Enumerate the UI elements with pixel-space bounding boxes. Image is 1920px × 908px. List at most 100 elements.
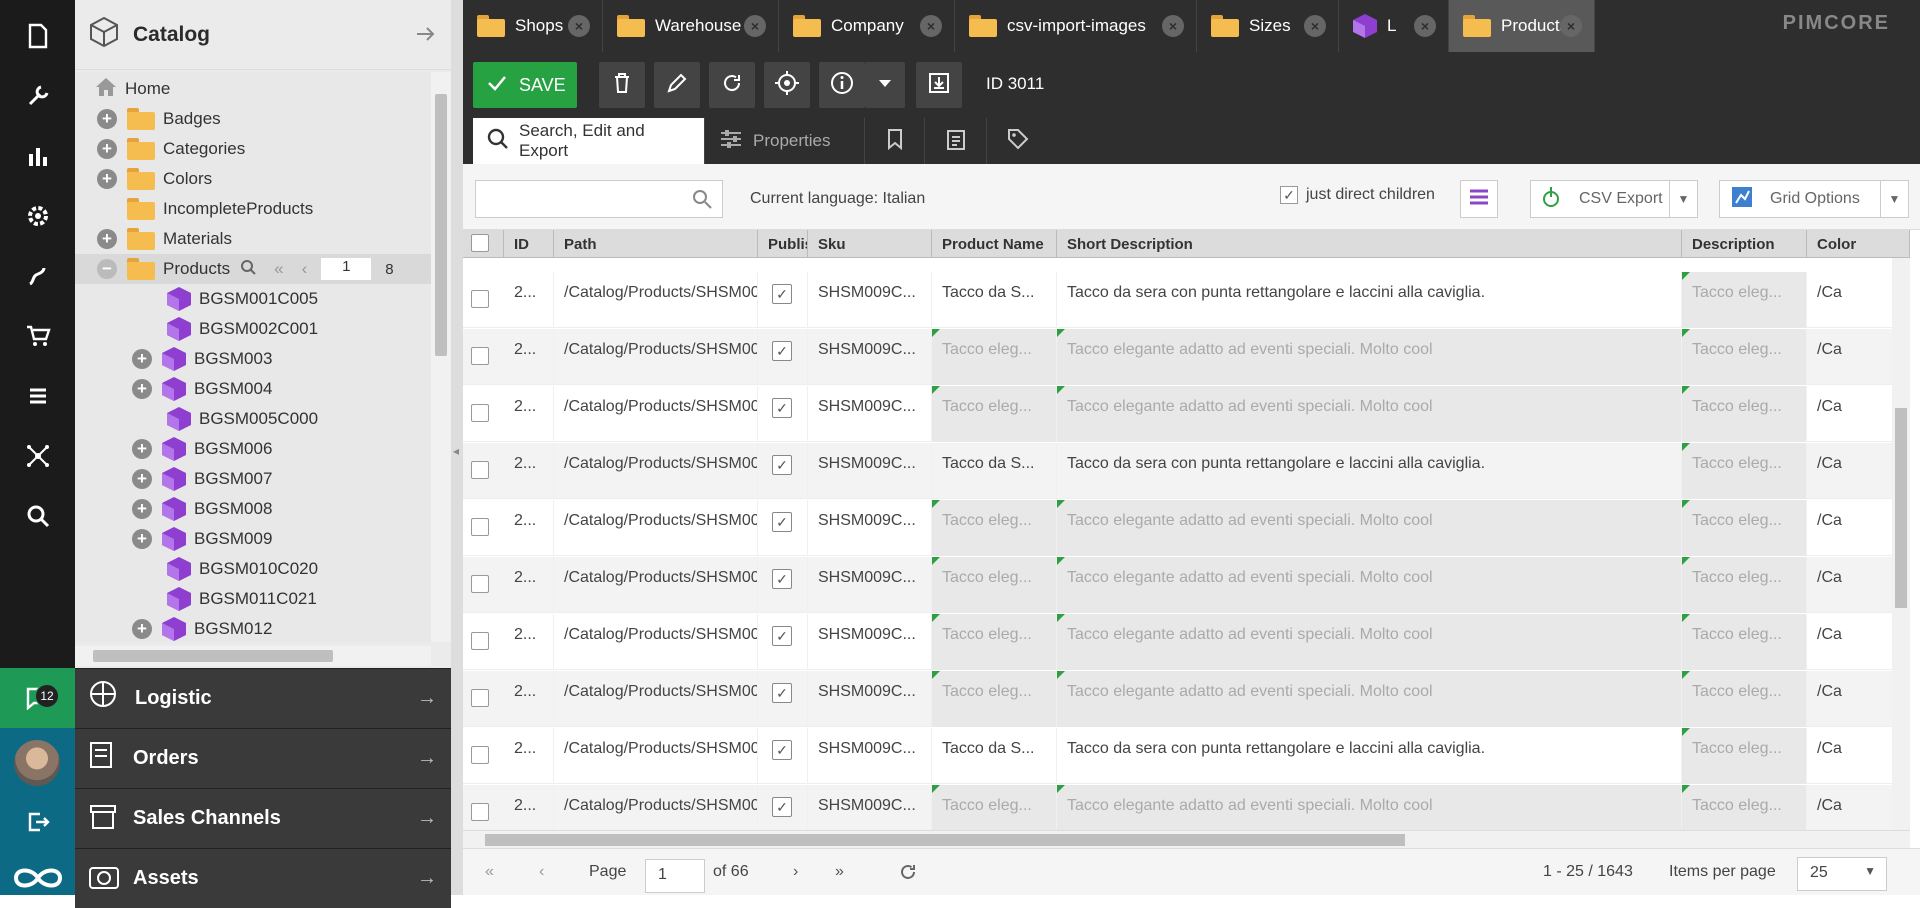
cell-name[interactable]: Tacco eleg... xyxy=(932,671,1057,727)
expand-icon[interactable]: + xyxy=(132,379,152,399)
grid-search-input[interactable] xyxy=(475,180,723,218)
expand-icon[interactable]: + xyxy=(132,439,152,459)
locate-button[interactable] xyxy=(764,62,810,108)
cell-name[interactable]: Tacco da S... xyxy=(932,272,1057,328)
tree-node-product[interactable]: + BGSM003 xyxy=(132,344,272,374)
tree-node-product[interactable]: + BGSM004 xyxy=(132,374,272,404)
tree-node-categories[interactable]: + Categories xyxy=(97,134,245,164)
cell-name[interactable]: Tacco eleg... xyxy=(932,614,1057,670)
published-cell[interactable]: ✓ xyxy=(758,671,808,727)
cell-name[interactable]: Tacco eleg... xyxy=(932,557,1057,613)
cell-sku[interactable]: SHSM009C... xyxy=(808,728,932,784)
cell-desc[interactable]: Tacco eleg... xyxy=(1682,671,1807,727)
first-page-icon[interactable]: « xyxy=(485,863,494,881)
column-header-sku[interactable]: Sku xyxy=(808,230,932,258)
row-checkbox[interactable] xyxy=(471,461,489,479)
tree-node-product[interactable]: + BGSM008 xyxy=(132,494,272,524)
cell-desc[interactable]: Tacco eleg... xyxy=(1682,272,1807,328)
last-page-icon[interactable]: » xyxy=(835,863,844,881)
logout-icon[interactable] xyxy=(0,792,75,852)
cell-path[interactable]: /Catalog/Products/SHSM00... xyxy=(554,386,758,442)
tab-properties[interactable]: Properties xyxy=(705,118,865,164)
cell-path[interactable]: /Catalog/Products/SHSM00... xyxy=(554,728,758,784)
cell-path[interactable]: /Catalog/Products/SHSM00... xyxy=(554,614,758,670)
row-checkbox[interactable] xyxy=(471,575,489,593)
tree-node-incompleteproducts[interactable]: IncompleteProducts xyxy=(127,194,313,224)
cell-short[interactable]: Tacco da sera con punta rettangolare e l… xyxy=(1057,272,1682,328)
export-button[interactable] xyxy=(916,62,962,108)
column-header-color[interactable]: Color xyxy=(1807,230,1910,258)
cell-path[interactable]: /Catalog/Products/SHSM00... xyxy=(554,671,758,727)
gear-icon[interactable] xyxy=(0,186,75,246)
grid-vertical-scrollbar[interactable] xyxy=(1892,258,1910,830)
cell-id[interactable]: 2... xyxy=(504,785,554,830)
scroll-thumb[interactable] xyxy=(435,94,447,356)
rename-button[interactable] xyxy=(654,62,700,108)
table-row[interactable]: 2.../Catalog/Products/SHSM00... ✓ SHSM009C… xyxy=(463,728,1910,784)
row-checkbox[interactable] xyxy=(471,746,489,764)
tab-csv-import-images[interactable]: csv-import-images × xyxy=(955,0,1197,52)
tree-node-product[interactable]: + BGSM009 xyxy=(132,524,272,554)
cell-sku[interactable]: SHSM009C... xyxy=(808,500,932,556)
published-cell[interactable]: ✓ xyxy=(758,386,808,442)
tree-node-product[interactable]: + BGSM007 xyxy=(132,464,272,494)
list-icon[interactable] xyxy=(0,366,75,426)
grid-horizontal-scrollbar[interactable] xyxy=(463,830,1910,848)
items-per-page-select[interactable]: 25 ▼ xyxy=(1797,857,1887,891)
table-row[interactable]: 2.../Catalog/Products/SHSM00... ✓ SHSM009C… xyxy=(463,272,1910,328)
column-header-short-description[interactable]: Short Description xyxy=(1057,230,1682,258)
search-icon[interactable] xyxy=(0,486,75,546)
datahub-icon[interactable] xyxy=(0,426,75,486)
published-cell[interactable]: ✓ xyxy=(758,614,808,670)
cell-desc[interactable]: Tacco eleg... xyxy=(1682,557,1807,613)
published-cell[interactable]: ✓ xyxy=(758,728,808,784)
row-checkbox[interactable] xyxy=(471,689,489,707)
cell-name[interactable]: Tacco da S... xyxy=(932,728,1057,784)
cell-name[interactable]: Tacco eleg... xyxy=(932,785,1057,830)
column-header-description[interactable]: Description xyxy=(1682,230,1807,258)
cell-sku[interactable]: SHSM009C... xyxy=(808,386,932,442)
tab-bookmarks[interactable] xyxy=(865,118,925,164)
cell-id[interactable]: 2... xyxy=(504,728,554,784)
cell-sku[interactable]: SHSM009C... xyxy=(808,443,932,499)
table-row[interactable]: 2.../Catalog/Products/SHSM00... ✓ SHSM009C… xyxy=(463,557,1910,613)
column-header-path[interactable]: Path xyxy=(554,230,758,258)
cell-id[interactable]: 2... xyxy=(504,272,554,328)
search-icon[interactable] xyxy=(240,259,256,280)
scroll-thumb[interactable] xyxy=(93,650,333,662)
tab-sizes[interactable]: Sizes × xyxy=(1197,0,1339,52)
published-cell[interactable]: ✓ xyxy=(758,272,808,328)
tree-node-product[interactable]: + BGSM006 xyxy=(132,434,272,464)
tab-products[interactable]: Products × xyxy=(1449,0,1595,52)
collapse-icon[interactable]: − xyxy=(97,259,117,279)
cell-short[interactable]: Tacco da sera con punta rettangolare e l… xyxy=(1057,443,1682,499)
published-cell[interactable]: ✓ xyxy=(758,500,808,556)
tab-shops[interactable]: Shops × xyxy=(463,0,603,52)
tab-warehouse[interactable]: Warehouse × xyxy=(603,0,779,52)
expand-icon[interactable]: + xyxy=(132,529,152,549)
expand-icon[interactable]: + xyxy=(132,499,152,519)
cell-desc[interactable]: Tacco eleg... xyxy=(1682,386,1807,442)
cell-short[interactable]: Tacco elegante adatto ad eventi speciali… xyxy=(1057,557,1682,613)
cell-sku[interactable]: SHSM009C... xyxy=(808,557,932,613)
tree-page-input[interactable]: 1 xyxy=(321,258,372,280)
wrench-icon[interactable] xyxy=(0,66,75,126)
chevron-down-icon[interactable]: ▼ xyxy=(1669,181,1697,217)
tree-vertical-scrollbar[interactable] xyxy=(431,72,451,642)
cell-desc[interactable]: Tacco eleg... xyxy=(1682,614,1807,670)
cell-short[interactable]: Tacco elegante adatto ad eventi speciali… xyxy=(1057,671,1682,727)
cell-short[interactable]: Tacco elegante adatto ad eventi speciali… xyxy=(1057,386,1682,442)
column-header-published[interactable]: Publis xyxy=(758,230,808,258)
next-page-icon[interactable]: › xyxy=(793,863,798,881)
delete-button[interactable] xyxy=(599,62,645,108)
scroll-thumb[interactable] xyxy=(1895,408,1907,608)
cell-path[interactable]: /Catalog/Products/SHSM00... xyxy=(554,500,758,556)
cell-path[interactable]: /Catalog/Products/SHSM00... xyxy=(554,329,758,385)
select-all-checkbox[interactable] xyxy=(463,230,504,258)
table-row[interactable]: 2.../Catalog/Products/SHSM00... ✓ SHSM009C… xyxy=(463,614,1910,670)
tree-node-materials[interactable]: + Materials xyxy=(97,224,232,254)
cell-desc[interactable]: Tacco eleg... xyxy=(1682,329,1807,385)
table-row[interactable]: 2.../Catalog/Products/SHSM00... ✓ SHSM009C… xyxy=(463,785,1910,830)
close-icon[interactable]: × xyxy=(744,15,766,37)
cell-short[interactable]: Tacco elegante adatto ad eventi speciali… xyxy=(1057,785,1682,830)
